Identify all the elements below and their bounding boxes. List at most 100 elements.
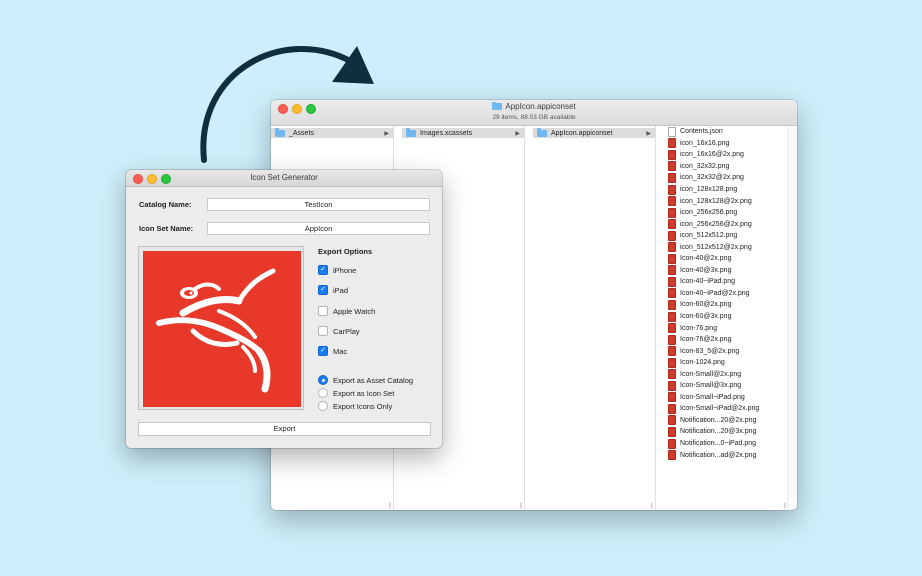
- png-file-icon: [668, 149, 676, 160]
- column-item-appiconset[interactable]: AppIcon.appiconset ▶: [533, 128, 655, 138]
- column-item-assets[interactable]: _Assets ▶: [271, 128, 393, 138]
- option-carplay[interactable]: CarPlay: [318, 326, 360, 336]
- file-item[interactable]: Icon-Small~iPad@2x.png: [664, 403, 797, 415]
- png-file-icon: [668, 207, 676, 218]
- finder-titlebar: AppIcon.appiconset 29 items, 88.03 GB av…: [271, 100, 797, 126]
- column-resize-handle[interactable]: ||: [520, 503, 522, 509]
- file-item[interactable]: Icon-83_5@2x.png: [664, 345, 797, 357]
- file-item[interactable]: Icon-Small@3x.png: [664, 380, 797, 392]
- column-item-images-xcassets[interactable]: Images.xcassets ▶: [402, 128, 524, 138]
- radio-icon-set[interactable]: [318, 388, 328, 398]
- file-item[interactable]: icon_512x512.png: [664, 230, 797, 242]
- file-name: Icon-40~iPad@2x.png: [680, 289, 750, 297]
- file-item[interactable]: icon_16x16.png: [664, 138, 797, 150]
- option-icon-set[interactable]: Export as Icon Set: [318, 388, 394, 398]
- file-name: Notification...ad@2x.png: [680, 451, 757, 459]
- png-file-icon: [668, 184, 676, 195]
- radio-icons-only[interactable]: [318, 401, 328, 411]
- png-file-icon: [668, 219, 676, 230]
- app-icon-image: [143, 251, 301, 407]
- file-item[interactable]: Icon-40@2x.png: [664, 253, 797, 265]
- png-file-icon: [668, 426, 676, 437]
- file-name: icon_16x16.png: [680, 139, 730, 147]
- png-file-icon: [668, 438, 676, 449]
- file-item[interactable]: Icon-40~iPad.png: [664, 276, 797, 288]
- file-item[interactable]: icon_16x16@2x.png: [664, 149, 797, 161]
- file-name: Icon-40@3x.png: [680, 266, 732, 274]
- file-name: icon_256x256.png: [680, 209, 738, 217]
- folder-icon: [537, 128, 547, 137]
- export-button[interactable]: Export: [138, 422, 431, 436]
- file-name: Icon-Small~iPad.png: [680, 393, 745, 401]
- catalog-name-label: Catalog Name:: [139, 200, 192, 209]
- file-item[interactable]: Icon-40~iPad@2x.png: [664, 288, 797, 300]
- file-item[interactable]: Contents.json: [664, 126, 797, 138]
- file-item[interactable]: Notification...20@3x.png: [664, 426, 797, 438]
- catalog-name-field[interactable]: TestIcon: [207, 198, 430, 211]
- file-name: icon_128x128@2x.png: [680, 197, 752, 205]
- file-item[interactable]: icon_128x128@2x.png: [664, 195, 797, 207]
- option-icons-only[interactable]: Export Icons Only: [318, 401, 392, 411]
- file-name: Icon-83_5@2x.png: [680, 347, 740, 355]
- file-name: Icon-40~iPad.png: [680, 278, 736, 286]
- file-name: icon_512x512.png: [680, 232, 738, 240]
- finder-status: 29 items, 88.03 GB available: [492, 114, 576, 121]
- column-resize-handle[interactable]: ||: [389, 503, 391, 509]
- file-item[interactable]: icon_512x512@2x.png: [664, 241, 797, 253]
- file-name: Notification...20@2x.png: [680, 416, 757, 424]
- export-options-heading: Export Options: [318, 247, 373, 256]
- png-file-icon: [668, 403, 676, 414]
- icon-image-well[interactable]: [138, 246, 304, 410]
- option-iphone[interactable]: ✓ iPhone: [318, 265, 356, 275]
- option-apple-watch[interactable]: Apple Watch: [318, 306, 375, 316]
- file-item[interactable]: Icon-76.png: [664, 322, 797, 334]
- file-item[interactable]: Icon-60@3x.png: [664, 311, 797, 323]
- png-file-icon: [668, 311, 676, 322]
- file-item[interactable]: Notification...20@2x.png: [664, 415, 797, 427]
- png-file-icon: [668, 369, 676, 380]
- png-file-icon: [668, 138, 676, 149]
- file-item[interactable]: icon_128x128.png: [664, 184, 797, 196]
- checkbox-mac[interactable]: ✓: [318, 346, 328, 356]
- file-item[interactable]: Icon-1024.png: [664, 357, 797, 369]
- checkbox-ipad[interactable]: ✓: [318, 285, 328, 295]
- png-file-icon: [668, 334, 676, 345]
- file-item[interactable]: Icon-Small~iPad.png: [664, 392, 797, 404]
- file-name: Notification...0~iPad.png: [680, 440, 757, 448]
- file-item[interactable]: icon_32x32@2x.png: [664, 172, 797, 184]
- generator-titlebar: Icon Set Generator: [126, 170, 442, 187]
- file-item[interactable]: Icon-60@2x.png: [664, 299, 797, 311]
- column-resize-handle[interactable]: ||: [784, 503, 786, 509]
- checkbox-carplay[interactable]: [318, 326, 328, 336]
- file-item[interactable]: icon_256x256.png: [664, 207, 797, 219]
- column-appiconset: AppIcon.appiconset ▶ ||: [533, 126, 656, 510]
- checkbox-iphone[interactable]: ✓: [318, 265, 328, 275]
- checkbox-apple-watch[interactable]: [318, 306, 328, 316]
- file-item[interactable]: Icon-40@3x.png: [664, 265, 797, 277]
- png-file-icon: [668, 172, 676, 183]
- icon-set-generator-window: Icon Set Generator Catalog Name: TestIco…: [126, 170, 442, 448]
- file-item[interactable]: Notification...0~iPad.png: [664, 438, 797, 450]
- scrollbar[interactable]: [787, 126, 797, 510]
- option-mac[interactable]: ✓ Mac: [318, 346, 347, 356]
- radio-asset-catalog[interactable]: [318, 375, 328, 385]
- file-item[interactable]: Notification...ad@2x.png: [664, 449, 797, 461]
- png-file-icon: [668, 242, 676, 253]
- option-ipad[interactable]: ✓ iPad: [318, 285, 348, 295]
- png-file-icon: [668, 288, 676, 299]
- icon-set-name-field[interactable]: AppIcon: [207, 222, 430, 235]
- file-item[interactable]: Icon-Small@2x.png: [664, 368, 797, 380]
- finder-title: AppIcon.appiconset: [271, 101, 797, 111]
- file-item[interactable]: icon_256x256@2x.png: [664, 218, 797, 230]
- option-asset-catalog[interactable]: Export as Asset Catalog: [318, 375, 413, 385]
- file-item[interactable]: Icon-76@2x.png: [664, 334, 797, 346]
- chevron-right-icon: ▶: [515, 130, 520, 137]
- png-file-icon: [668, 323, 676, 334]
- file-name: icon_512x512@2x.png: [680, 243, 752, 251]
- png-file-icon: [668, 265, 676, 276]
- file-item[interactable]: icon_32x32.png: [664, 161, 797, 173]
- column-resize-handle[interactable]: ||: [651, 503, 653, 509]
- file-name: Notification...20@3x.png: [680, 428, 757, 436]
- chevron-right-icon: ▶: [646, 130, 651, 137]
- png-file-icon: [668, 299, 676, 310]
